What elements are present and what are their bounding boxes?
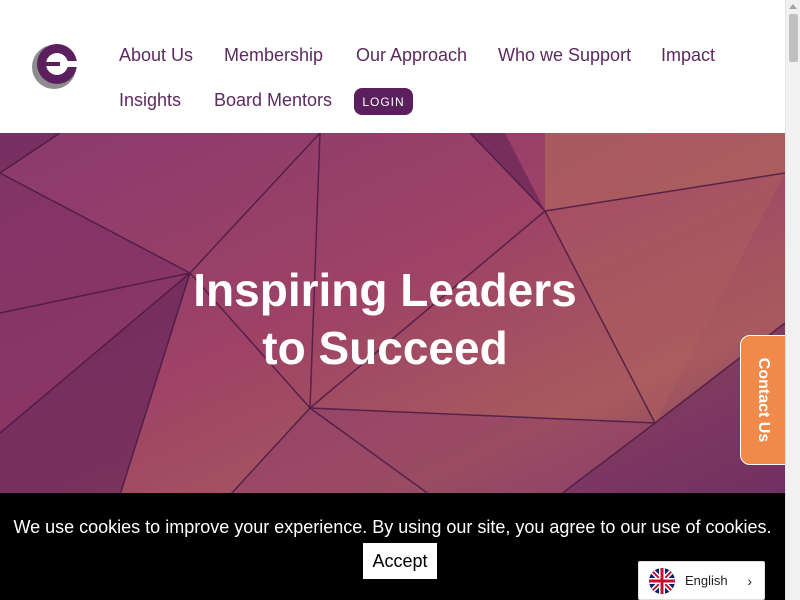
login-button[interactable]: LOGIN bbox=[354, 88, 413, 115]
page-scrollbar[interactable] bbox=[785, 0, 800, 600]
nav-our-approach[interactable]: Our Approach bbox=[356, 45, 467, 66]
hero-title-line-1: Inspiring Leaders bbox=[193, 264, 577, 316]
scroll-thumb[interactable] bbox=[789, 14, 798, 62]
accept-cookies-button[interactable]: Accept bbox=[363, 543, 437, 579]
uk-flag-icon bbox=[649, 567, 675, 594]
language-label: English bbox=[685, 573, 728, 588]
hero-banner: Inspiring Leaders to Succeed bbox=[0, 133, 785, 495]
nav-impact[interactable]: Impact bbox=[661, 45, 715, 66]
nav-board-mentors[interactable]: Board Mentors bbox=[214, 90, 332, 111]
contact-us-label: Contact Us bbox=[755, 357, 773, 443]
nav-about-us[interactable]: About Us bbox=[119, 45, 193, 66]
nav-who-we-support[interactable]: Who we Support bbox=[498, 45, 631, 66]
chevron-right-icon: › bbox=[747, 572, 752, 589]
logo-icon[interactable] bbox=[30, 40, 82, 92]
contact-us-tab[interactable]: Contact Us bbox=[740, 335, 786, 465]
hero-title-line-2: to Succeed bbox=[262, 322, 508, 374]
site-header: About Us Membership Our Approach Who we … bbox=[0, 0, 785, 133]
cookie-message: We use cookies to improve your experienc… bbox=[13, 517, 772, 537]
nav-insights[interactable]: Insights bbox=[119, 90, 181, 111]
nav-membership[interactable]: Membership bbox=[224, 45, 323, 66]
hero-title: Inspiring Leaders to Succeed bbox=[0, 261, 770, 377]
scroll-up-icon[interactable] bbox=[789, 4, 797, 9]
language-selector[interactable]: English › bbox=[638, 561, 765, 600]
